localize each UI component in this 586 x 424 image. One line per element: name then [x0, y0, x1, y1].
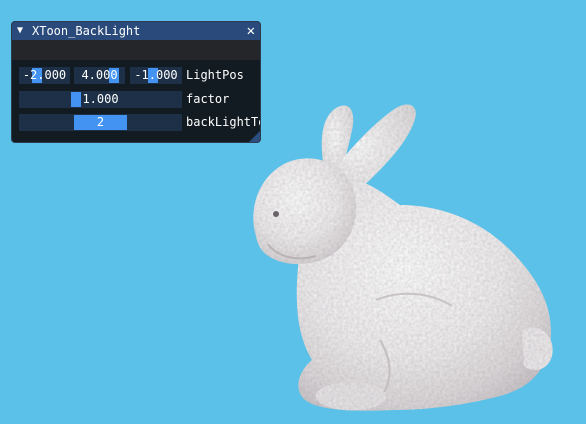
backlight-value: 2 [96, 115, 105, 129]
factor-label: factor [186, 92, 230, 106]
lightpos-label: LightPos [186, 68, 244, 82]
lightpos-x-value: -2.000 [22, 68, 67, 82]
backlight-label: backLightTe [186, 115, 261, 129]
lightpos-x-slider[interactable]: -2.000 [19, 67, 70, 84]
render-viewport: ▼ XToon_BackLight ✕ -2.000 4.000 -1.000 … [0, 0, 586, 424]
resize-grip[interactable] [249, 131, 260, 142]
backlight-slider[interactable]: 2 [19, 114, 182, 131]
lightpos-z-slider[interactable]: -1.000 [130, 67, 182, 84]
window-title: XToon_BackLight [32, 24, 141, 38]
factor-row: 1.000 factor [19, 91, 259, 108]
factor-slider[interactable]: 1.000 [19, 91, 182, 108]
collapse-arrow-icon[interactable]: ▼ [17, 22, 23, 40]
menubar-strip [12, 40, 260, 60]
lightpos-row: -2.000 4.000 -1.000 LightPos [19, 67, 259, 84]
lightpos-y-value: 4.000 [81, 68, 118, 82]
backlight-row: 2 backLightTe [19, 114, 261, 131]
factor-grab[interactable] [71, 92, 81, 107]
close-icon[interactable]: ✕ [247, 22, 255, 40]
lightpos-z-value: -1.000 [134, 68, 178, 82]
lightpos-y-slider[interactable]: 4.000 [74, 67, 125, 84]
window-titlebar[interactable]: ▼ XToon_BackLight ✕ [12, 22, 260, 40]
xtoon-backlight-window[interactable]: ▼ XToon_BackLight ✕ -2.000 4.000 -1.000 … [11, 21, 261, 143]
factor-value: 1.000 [82, 92, 119, 106]
